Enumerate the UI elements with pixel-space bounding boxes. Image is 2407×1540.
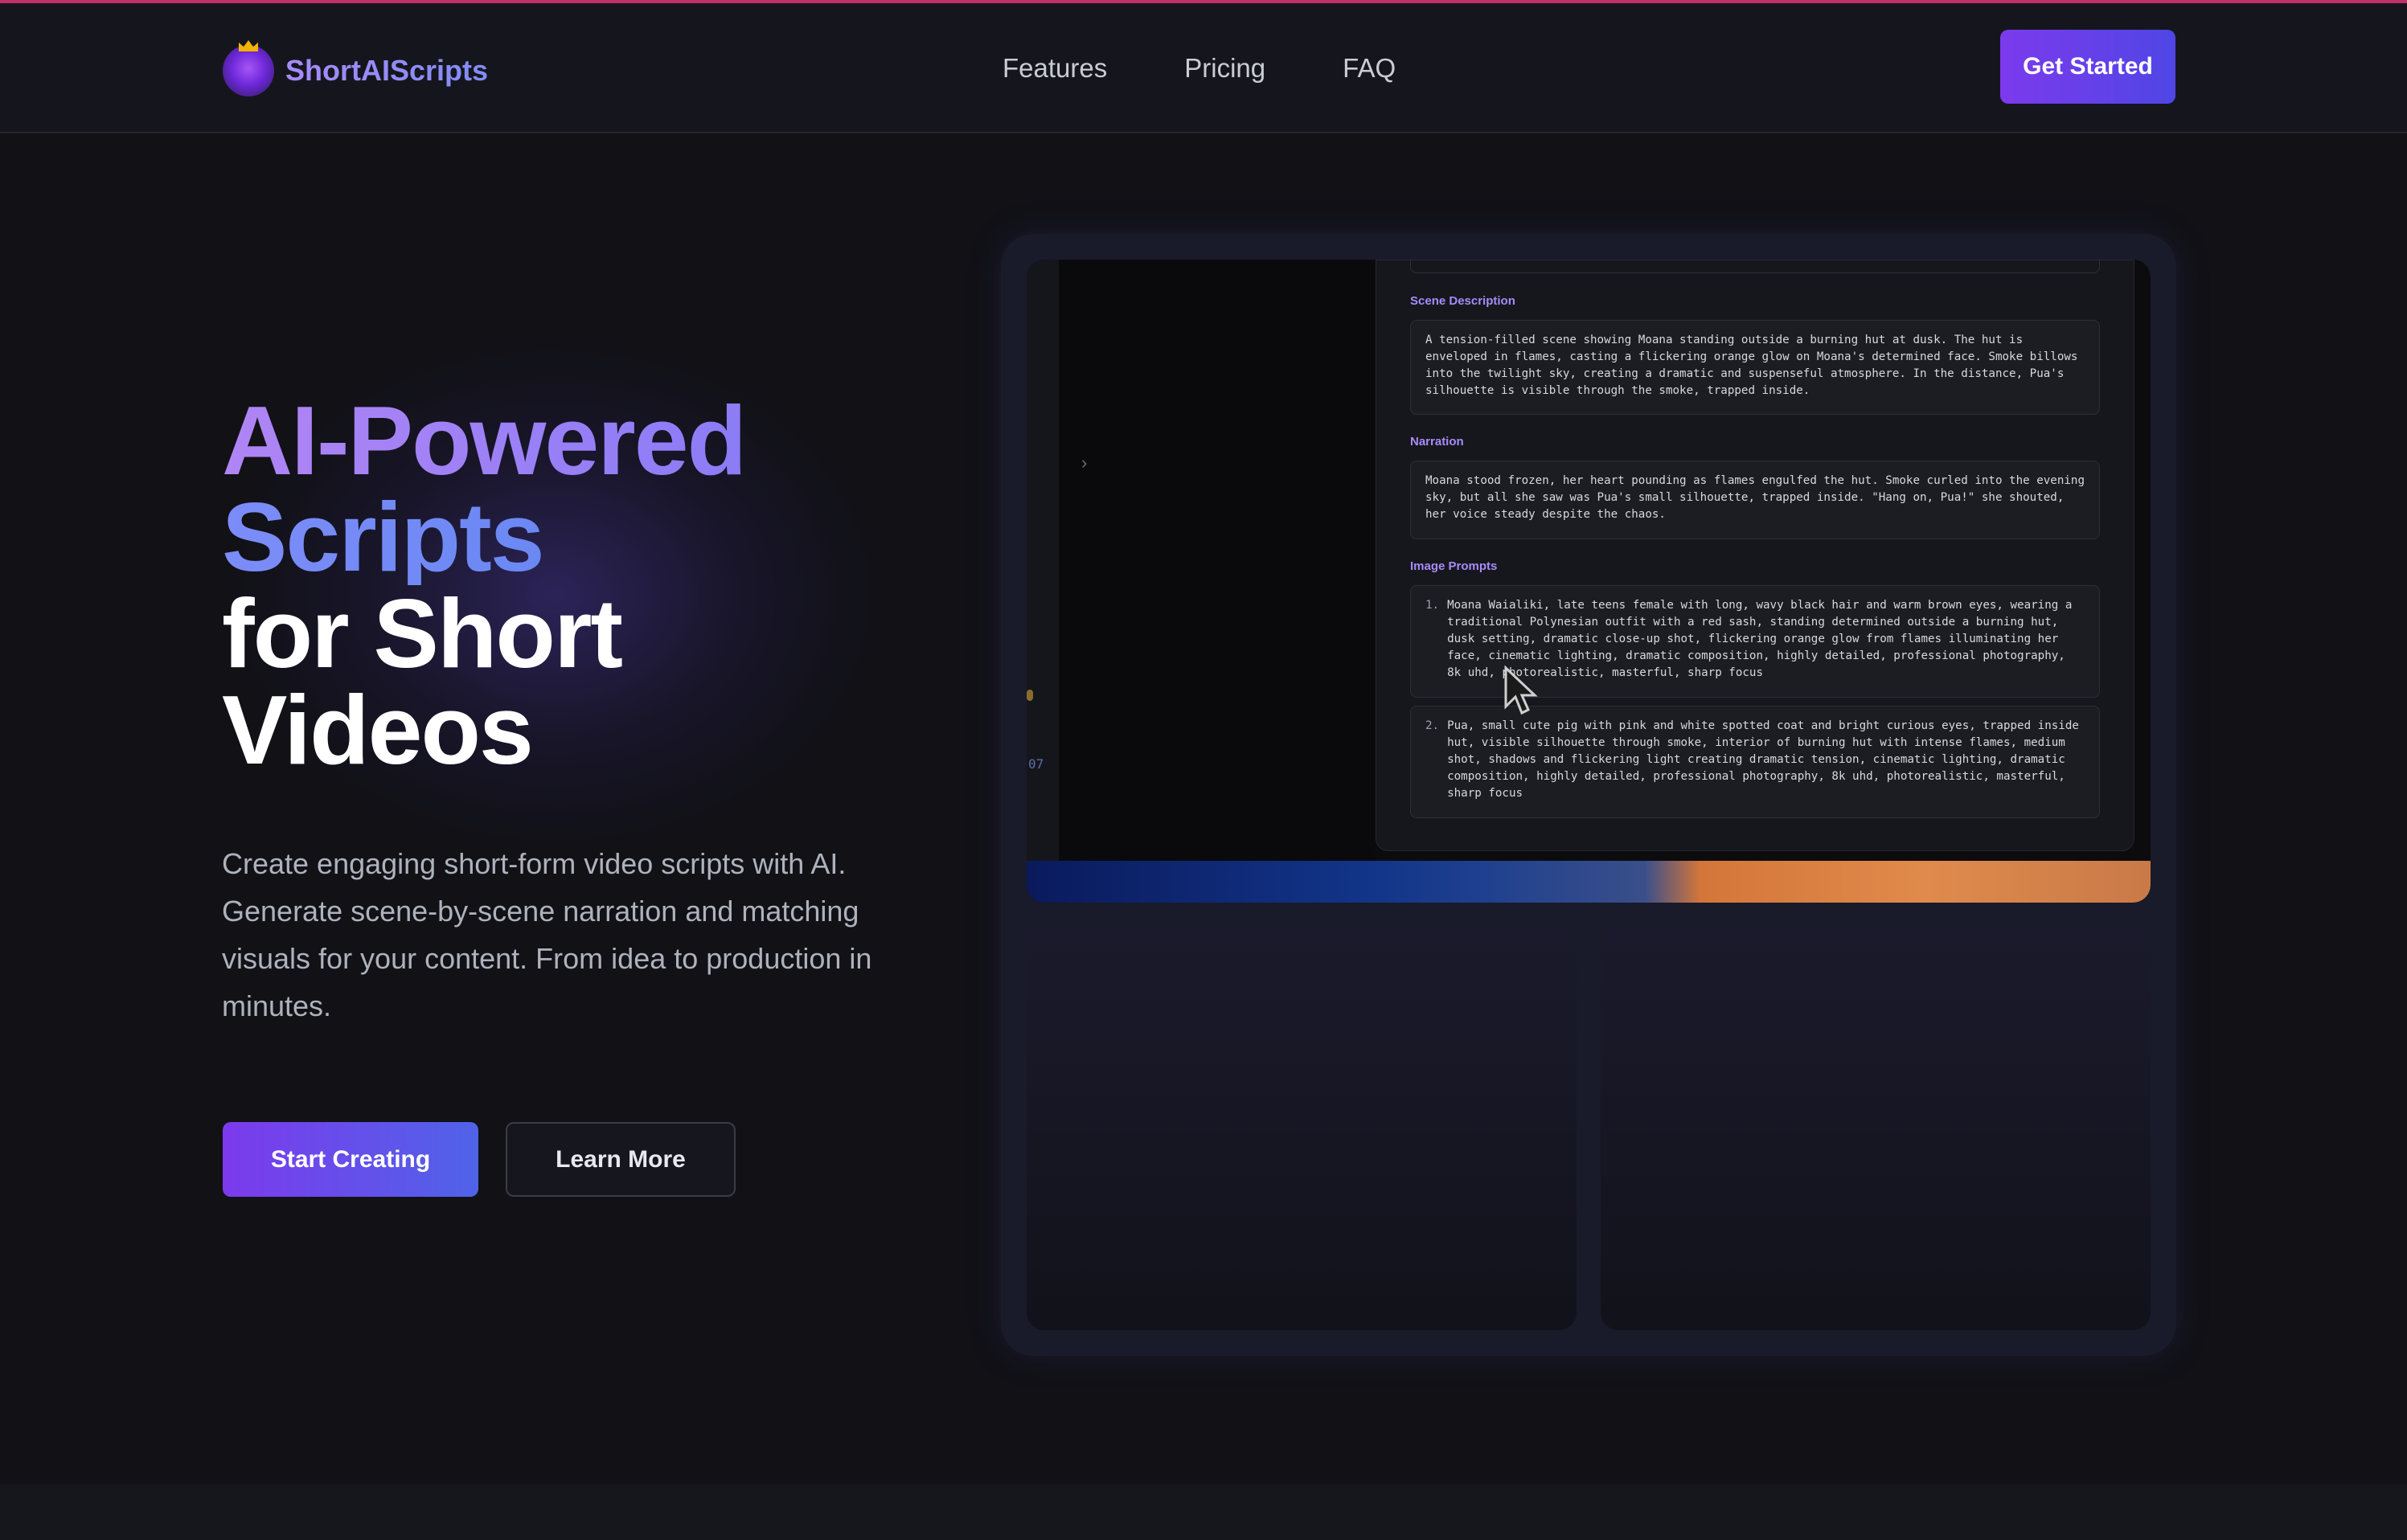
prompt-text: Moana Waialiki, late teens female with l… <box>1447 599 2073 679</box>
scene-description-label: Scene Description <box>1410 294 1515 308</box>
get-started-button[interactable]: Get Started <box>2000 30 2175 104</box>
preview-tile-left <box>1027 925 1577 1330</box>
narration-label: Narration <box>1410 435 1464 448</box>
lion-crown-icon <box>223 45 274 96</box>
next-section-edge <box>0 1484 2407 1540</box>
top-navbar: ShortAIScripts Features Pricing FAQ Get … <box>0 3 2407 133</box>
chevron-right-icon: › <box>1081 453 1088 473</box>
preview-video-area: › <box>1059 260 1376 861</box>
nav-links: Features Pricing FAQ <box>1003 53 1396 84</box>
prompt-text: Pua, small cute pig with pink and white … <box>1447 719 2079 800</box>
scene-panel: Scene Description A tension-filled scene… <box>1376 260 2134 851</box>
brand-name: ShortAIScripts <box>285 54 489 87</box>
learn-more-button[interactable]: Learn More <box>506 1122 736 1197</box>
hero-title-line-4: Videos <box>222 675 534 784</box>
mouse-cursor-icon <box>1504 665 1538 715</box>
nav-link-faq[interactable]: FAQ <box>1343 53 1396 84</box>
preview-image-strip <box>1027 861 2151 903</box>
prompt-number: 2. <box>1425 719 1440 732</box>
hero-title-line-3: for Short <box>222 579 623 688</box>
preview-card: 07 › Scene Description A tension-filled … <box>1001 234 2176 1356</box>
start-creating-button[interactable]: Start Creating <box>223 1122 478 1197</box>
status-dot <box>1027 690 1033 701</box>
panel-top-field <box>1410 260 2100 273</box>
app-screenshot-preview: 07 › Scene Description A tension-filled … <box>1027 260 2151 903</box>
preview-left-rail: 07 <box>1027 260 1059 861</box>
scene-description-box[interactable]: A tension-filled scene showing Moana sta… <box>1410 320 2100 415</box>
side-number: 07 <box>1028 756 1044 772</box>
hero-subtitle: Create engaging short-form video scripts… <box>222 847 872 1022</box>
prompt-number: 1. <box>1425 599 1440 612</box>
brand-logo-link[interactable]: ShortAIScripts <box>223 39 488 103</box>
preview-tile-right <box>1601 925 2151 1330</box>
image-prompts-label: Image Prompts <box>1410 559 1498 573</box>
image-prompt-2[interactable]: 2. Pua, small cute pig with pink and whi… <box>1410 706 2100 818</box>
narration-box[interactable]: Moana stood frozen, her heart pounding a… <box>1410 461 2100 539</box>
nav-link-features[interactable]: Features <box>1003 53 1107 84</box>
hero-title: AI-Powered Scripts for Short Videos <box>222 386 747 784</box>
nav-link-pricing[interactable]: Pricing <box>1184 53 1265 84</box>
hero-title-line-2: Scripts <box>222 488 745 586</box>
hero-title-line-1: AI-Powered <box>222 386 747 495</box>
